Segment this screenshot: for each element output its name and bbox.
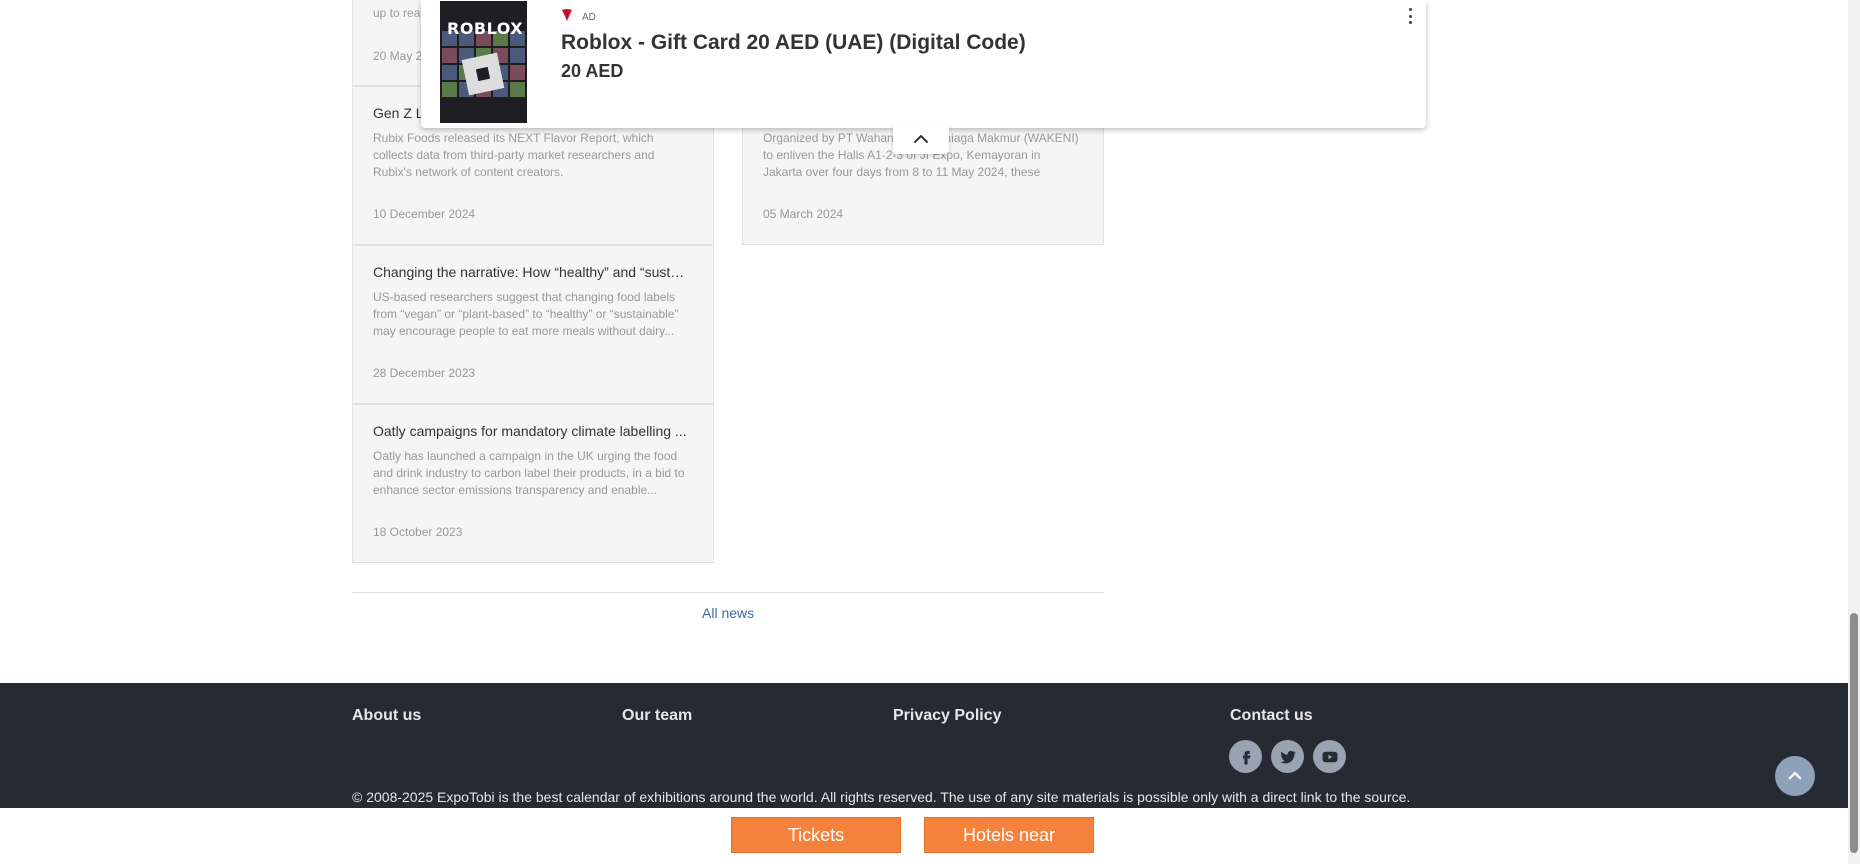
ad-label: AD xyxy=(582,12,596,23)
ad-title[interactable]: Roblox - Gift Card 20 AED (UAE) (Digital… xyxy=(561,31,1026,55)
section-divider xyxy=(352,592,1104,593)
footer-link-team[interactable]: Our team xyxy=(622,707,692,725)
all-news-link[interactable]: All news xyxy=(702,605,754,621)
footer: About us Our team Privacy Policy Contact… xyxy=(0,683,1848,808)
news-card[interactable]: Changing the narrative: How “healthy” an… xyxy=(352,245,714,404)
ad-banner[interactable]: ROBLOX AD Roblox - Gift Card 20 AED (UAE… xyxy=(421,0,1426,128)
chevron-up-icon xyxy=(914,135,928,143)
footer-copyright: © 2008-2025 ExpoTobi is the best calenda… xyxy=(352,789,1411,805)
news-title[interactable]: Oatly campaigns for mandatory climate la… xyxy=(373,423,689,439)
virgin-logo-icon xyxy=(560,7,574,23)
ad-thumb-logo: ROBLOX xyxy=(447,19,524,38)
news-date: 28 December 2023 xyxy=(373,366,476,380)
news-description: Oatly has launched a campaign in the UK … xyxy=(373,449,685,497)
news-card[interactable]: Oatly campaigns for mandatory climate la… xyxy=(352,404,714,563)
news-date: 10 December 2024 xyxy=(373,207,476,221)
bottom-action-bar: Tickets Hotels near xyxy=(0,808,1848,864)
footer-link-contact[interactable]: Contact us xyxy=(1230,707,1313,725)
scroll-to-top-button[interactable] xyxy=(1775,756,1815,796)
news-description: US-based researchers suggest that changi… xyxy=(373,290,679,338)
news-description: Rubix Foods released its NEXT Flavor Rep… xyxy=(373,131,655,179)
page-scrollbar[interactable] xyxy=(1848,0,1860,864)
news-date: 18 October 2023 xyxy=(373,525,463,539)
more-vertical-icon[interactable] xyxy=(1406,6,1414,26)
tickets-button[interactable]: Tickets xyxy=(731,817,901,853)
ad-price: 20 AED xyxy=(561,61,624,81)
chevron-up-icon xyxy=(1788,771,1802,780)
youtube-icon[interactable] xyxy=(1313,740,1346,773)
roblox-logo-icon xyxy=(461,52,505,96)
news-date: 20 May 2 xyxy=(373,49,423,63)
footer-link-about[interactable]: About us xyxy=(352,707,421,725)
footer-link-privacy[interactable]: Privacy Policy xyxy=(893,707,1002,725)
scrollbar-thumb[interactable] xyxy=(1850,613,1858,853)
hotels-near-button[interactable]: Hotels near xyxy=(924,817,1094,853)
ad-collapse-button[interactable] xyxy=(893,124,949,154)
news-title[interactable]: Changing the narrative: How “healthy” an… xyxy=(373,264,689,280)
twitter-icon[interactable] xyxy=(1271,740,1304,773)
ad-product-image[interactable]: ROBLOX xyxy=(440,1,527,123)
news-date: 05 March 2024 xyxy=(763,207,844,221)
facebook-icon[interactable] xyxy=(1229,740,1262,773)
